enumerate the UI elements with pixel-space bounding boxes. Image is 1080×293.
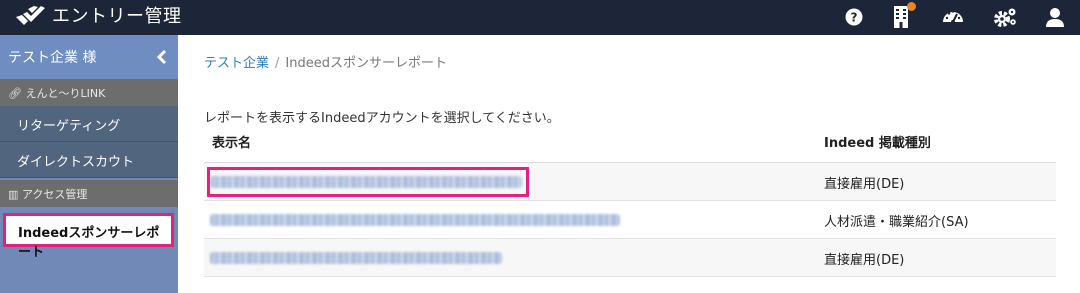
sidebar-section-label: えんと〜りLINK	[25, 87, 106, 100]
column-header-display-name: 表示名	[212, 136, 252, 151]
collapse-sidebar-icon[interactable]	[155, 48, 169, 66]
sidebar-section-entry-link: 🔗︎ えんと〜りLINK	[0, 79, 178, 106]
svg-text:?: ?	[851, 11, 858, 25]
account-type: 直接雇用(DE)	[824, 253, 905, 268]
sidebar-section-label: アクセス管理	[21, 188, 88, 201]
user-icon[interactable]	[1045, 5, 1065, 29]
sidebar-item-direct-scout[interactable]: ダイレクトスカウト	[0, 142, 178, 178]
sidebar-item-label: Indeedスポンサーレポート	[18, 226, 160, 260]
sidebar-header: テスト企業 様	[0, 35, 178, 79]
dashboard-icon[interactable]	[941, 5, 965, 29]
table-row[interactable]: 直接雇用(DE)	[204, 239, 1056, 277]
sidebar-item-label: ダイレクトスカウト	[17, 155, 135, 170]
sidebar-item-retargeting[interactable]: リターゲティング	[0, 106, 178, 142]
sidebar-section-access: ▥ アクセス管理	[0, 180, 178, 207]
highlight-box	[207, 167, 529, 197]
app-logo-icon[interactable]	[14, 5, 48, 29]
account-name-redacted[interactable]	[210, 252, 502, 264]
help-icon[interactable]: ?	[844, 5, 864, 29]
account-type: 直接雇用(DE)	[824, 177, 905, 192]
top-bar: エントリー管理 ?	[0, 0, 1080, 35]
account-type: 人材派遣・職業紹介(SA)	[824, 215, 969, 230]
bar-chart-icon: ▥	[8, 188, 19, 201]
account-name-redacted[interactable]	[210, 214, 620, 226]
link-icon: 🔗︎	[8, 87, 22, 100]
breadcrumb-separator: /	[275, 56, 280, 71]
column-header-indeed-type: Indeed 掲載種別	[824, 136, 931, 151]
app-title: エントリー管理	[52, 6, 182, 27]
table-row[interactable]: 直接雇用(DE)	[204, 163, 1056, 201]
breadcrumb: テスト企業 / Indeedスポンサーレポート	[204, 52, 447, 71]
notification-badge	[907, 2, 916, 11]
table-row[interactable]: 人材派遣・職業紹介(SA)	[204, 201, 1056, 239]
settings-icon[interactable]	[993, 5, 1019, 29]
company-name: テスト企業 様	[8, 50, 97, 66]
sidebar-item-label: リターゲティング	[17, 119, 121, 134]
breadcrumb-root-link[interactable]: テスト企業	[204, 56, 269, 71]
instruction-text: レポートを表示するIndeedアカウントを選択してください。	[204, 111, 560, 126]
sidebar-item-indeed-report[interactable]: Indeedスポンサーレポート	[3, 213, 174, 260]
breadcrumb-current: Indeedスポンサーレポート	[285, 56, 447, 71]
